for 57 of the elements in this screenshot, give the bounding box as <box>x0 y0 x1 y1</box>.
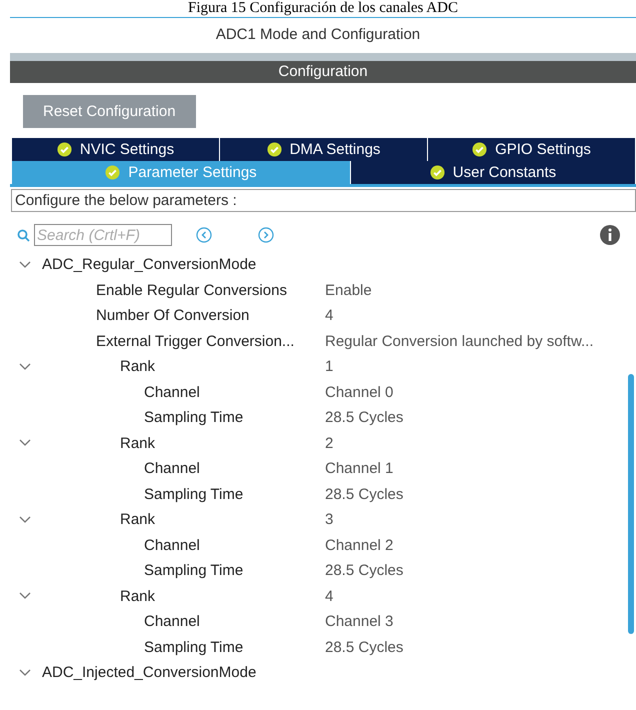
parameter-value: 4 <box>325 307 334 324</box>
chevron-down-icon[interactable] <box>19 516 31 524</box>
chevron-down-icon[interactable] <box>19 592 31 600</box>
parameter-label: Channel <box>144 613 200 630</box>
check-icon <box>266 142 282 157</box>
parameter-value: Channel 2 <box>325 536 394 554</box>
chevron-down-icon[interactable] <box>19 260 31 269</box>
settings-tab[interactable]: GPIO Settings <box>428 138 636 161</box>
parameter-label: Enable Regular Conversions <box>96 282 287 299</box>
check-icon <box>430 165 445 180</box>
chevron-down-icon[interactable] <box>19 439 31 448</box>
panel-title: ADC1 Mode and Configuration <box>216 26 420 43</box>
search-field[interactable]: Search (Crtl+F) <box>34 224 172 246</box>
parameter-value: Channel 3 <box>325 613 394 630</box>
parameter-label: Sampling Time <box>144 409 244 426</box>
parameter-value: 28.5 Cycles <box>325 638 404 656</box>
parameter-value: Enable <box>325 282 372 299</box>
parameter-value: 28.5 Cycles <box>325 562 404 580</box>
parameter-value: Channel 1 <box>325 460 394 478</box>
parameter-value: 28.5 Cycles <box>325 486 404 503</box>
search-icon <box>17 228 30 242</box>
figure-caption: Figura 15 Configuración de los canales ADC <box>187 0 459 17</box>
check-icon <box>472 142 488 157</box>
parameter-value: 28.5 Cycles <box>325 409 404 426</box>
parameter-label: Rank <box>120 588 156 605</box>
check-icon <box>105 165 120 180</box>
parameter-value: 1 <box>325 358 334 376</box>
parameter-label: Rank <box>120 358 156 376</box>
chevron-down-icon[interactable] <box>19 668 31 677</box>
parameter-value: Channel 0 <box>325 384 394 401</box>
next-icon[interactable] <box>258 227 274 243</box>
section-title: Configuration <box>10 61 636 83</box>
instruction-text: Configure the below parameters : <box>11 189 636 212</box>
parameter-label: Sampling Time <box>144 486 244 503</box>
parameter-label: Sampling Time <box>144 638 244 656</box>
parameter-label: Rank <box>120 434 156 452</box>
parameter-label: ADC_Injected_ConversionMode <box>42 664 256 682</box>
settings-tab[interactable]: DMA Settings <box>220 138 428 161</box>
settings-tab[interactable]: NVIC Settings <box>12 138 220 161</box>
parameter-label: ADC_Regular_ConversionMode <box>42 256 256 274</box>
scrollbar-thumb[interactable] <box>628 374 634 634</box>
parameter-label: Sampling Time <box>144 562 244 580</box>
parameter-value: 3 <box>325 511 334 528</box>
info-icon[interactable] <box>600 225 620 245</box>
previous-icon[interactable] <box>196 227 212 243</box>
parameter-label: Channel <box>144 460 200 478</box>
parameter-value: Regular Conversion launched by softw... <box>325 332 594 350</box>
parameter-value: 4 <box>325 588 334 605</box>
settings-tab[interactable]: User Constants <box>350 161 636 184</box>
parameter-label: Channel <box>144 384 200 401</box>
check-icon <box>56 142 72 157</box>
parameter-label: Rank <box>120 511 156 528</box>
parameter-label: Number Of Conversion <box>96 307 250 324</box>
parameter-label: Channel <box>144 536 200 554</box>
parameter-value: 2 <box>325 434 334 452</box>
chevron-down-icon[interactable] <box>19 362 31 371</box>
parameter-label: External Trigger Conversion... <box>96 332 294 350</box>
